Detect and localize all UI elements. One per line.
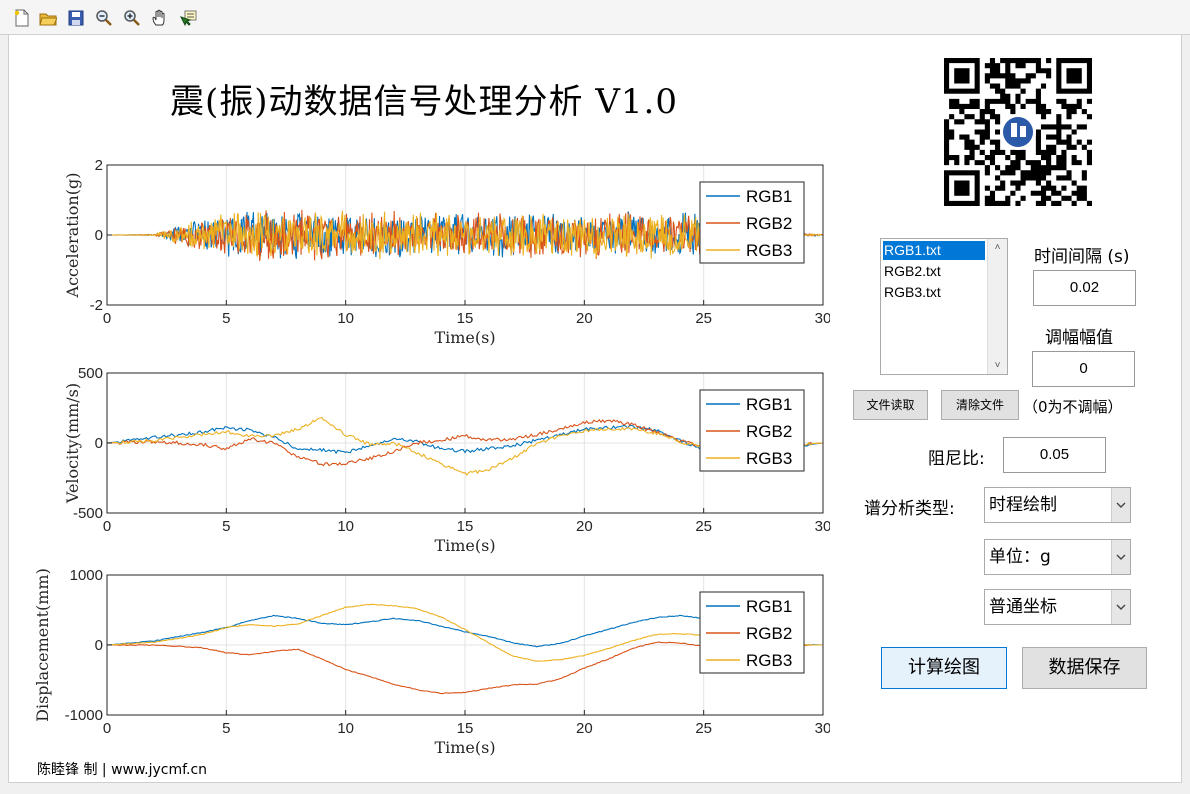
clear-file-button[interactable]: 清除文件 [941, 390, 1019, 420]
amplitude-label: 调幅幅值 [1045, 328, 1113, 348]
pan-hand-icon[interactable] [150, 8, 170, 28]
y-tick-label: 500 [78, 365, 103, 382]
x-tick-label: 20 [576, 310, 593, 327]
chevron-down-icon[interactable] [1111, 540, 1130, 574]
page-title: 震(振)动数据信号处理分析 V1.0 [170, 82, 678, 122]
x-axis-label: Time(s) [434, 738, 495, 757]
y-axis-label: Velocity(mm/s) [63, 383, 82, 504]
qr-code-image [944, 58, 1092, 206]
save-icon[interactable] [66, 8, 86, 28]
x-tick-label: 25 [695, 518, 712, 535]
chevron-down-icon[interactable] [1111, 488, 1130, 522]
scroll-down-icon[interactable]: ˅ [988, 357, 1007, 374]
open-folder-icon[interactable] [38, 8, 58, 28]
file-listbox[interactable]: RGB1.txt RGB2.txt RGB3.txt ˄ ˅ [880, 238, 1008, 375]
x-tick-label: 0 [103, 518, 111, 535]
acceleration-plot[interactable]: 0 5 10 15 20 25 3020-2Time(s)Acceleration(g) RG… [0, 155, 830, 360]
legend-entry-rgb2: RGB2 [746, 624, 792, 643]
y-tick-label: 0 [95, 435, 103, 452]
y-tick-label: 2 [95, 157, 103, 174]
y-axis-label: Displacement(mm) [33, 568, 52, 722]
zoom-out-icon[interactable] [94, 8, 114, 28]
legend-entry-rgb1: RGB1 [746, 395, 792, 414]
time-interval-label: 时间间隔 (s) [1034, 247, 1130, 267]
velocity-plot[interactable]: 0 5 10 15 20 25 305000-500Time(s)Velocity(mm/s… [0, 363, 830, 568]
x-tick-label: 15 [457, 518, 474, 535]
qr-finder [954, 68, 970, 84]
listbox-scrollbar[interactable]: ˄ ˅ [987, 239, 1007, 374]
qr-logo [1011, 123, 1017, 137]
x-tick-label: 20 [576, 720, 593, 737]
file-list-item[interactable]: RGB1.txt [883, 241, 985, 260]
y-tick-label: -2 [90, 297, 103, 314]
x-tick-label: 0 [103, 720, 111, 737]
x-tick-label: 10 [337, 310, 354, 327]
calculate-plot-button[interactable]: 计算绘图 [881, 647, 1007, 689]
spectrum-type-value: 时程绘制 [989, 495, 1057, 515]
unit-select[interactable]: 单位：g [984, 539, 1131, 575]
unit-value: 单位：g [989, 547, 1051, 567]
new-file-icon[interactable] [12, 8, 32, 28]
legend-entry-rgb3: RGB3 [746, 449, 792, 468]
read-file-button[interactable]: 文件读取 [853, 390, 928, 420]
x-tick-label: 5 [222, 518, 230, 535]
legend-entry-rgb3: RGB3 [746, 241, 792, 260]
x-tick-label: 10 [337, 518, 354, 535]
file-list-item[interactable]: RGB2.txt [883, 262, 985, 281]
legend-entry-rgb2: RGB2 [746, 214, 792, 233]
displacement-plot[interactable]: 0 5 10 15 20 25 3010000-1000Time(s)Displacemen… [0, 565, 830, 770]
qr-logo [1020, 126, 1026, 137]
qr-finder [1066, 68, 1082, 84]
chevron-down-icon[interactable] [1111, 590, 1130, 624]
x-tick-label: 30 [815, 720, 830, 737]
x-tick-label: 30 [815, 310, 830, 327]
time-interval-input[interactable]: 0.02 [1033, 270, 1136, 306]
save-data-button[interactable]: 数据保存 [1022, 647, 1147, 689]
x-tick-label: 30 [815, 518, 830, 535]
y-axis-label: Acceleration(g) [63, 173, 82, 299]
zoom-in-icon[interactable] [122, 8, 142, 28]
x-tick-label: 25 [695, 310, 712, 327]
coordinate-select[interactable]: 普通坐标 [984, 589, 1131, 625]
legend-entry-rgb3: RGB3 [746, 651, 792, 670]
x-tick-label: 20 [576, 518, 593, 535]
x-tick-label: 5 [222, 310, 230, 327]
legend-entry-rgb2: RGB2 [746, 422, 792, 441]
x-axis-label: Time(s) [434, 536, 495, 555]
x-tick-label: 15 [457, 720, 474, 737]
y-tick-label: 0 [95, 227, 103, 244]
x-tick-label: 10 [337, 720, 354, 737]
x-tick-label: 15 [457, 310, 474, 327]
amplitude-input[interactable]: 0 [1032, 351, 1135, 387]
y-tick-label: 0 [95, 637, 103, 654]
y-tick-label: -1000 [65, 707, 103, 724]
damping-label: 阻尼比: [928, 449, 985, 469]
spectrum-type-label: 谱分析类型: [864, 499, 955, 519]
file-list-item[interactable]: RGB3.txt [883, 283, 985, 302]
figure-toolbar [0, 0, 1190, 35]
data-cursor-icon[interactable] [178, 8, 198, 28]
legend-entry-rgb1: RGB1 [746, 597, 792, 616]
y-tick-label: 1000 [70, 567, 103, 584]
coordinate-value: 普通坐标 [989, 597, 1057, 617]
x-tick-label: 0 [103, 310, 111, 327]
y-tick-label: -500 [73, 505, 103, 522]
author-credit: 陈睦锋 制 | www.jycmf.cn [37, 762, 208, 778]
damping-input[interactable]: 0.05 [1003, 437, 1106, 473]
legend-entry-rgb1: RGB1 [746, 187, 792, 206]
scroll-up-icon[interactable]: ˄ [988, 239, 1007, 256]
x-tick-label: 5 [222, 720, 230, 737]
qr-logo [1003, 117, 1033, 147]
amplitude-note: （0为不调幅） [1023, 398, 1123, 416]
qr-finder [954, 180, 970, 196]
spectrum-type-select[interactable]: 时程绘制 [984, 487, 1131, 523]
x-tick-label: 25 [695, 720, 712, 737]
x-axis-label: Time(s) [434, 328, 495, 347]
